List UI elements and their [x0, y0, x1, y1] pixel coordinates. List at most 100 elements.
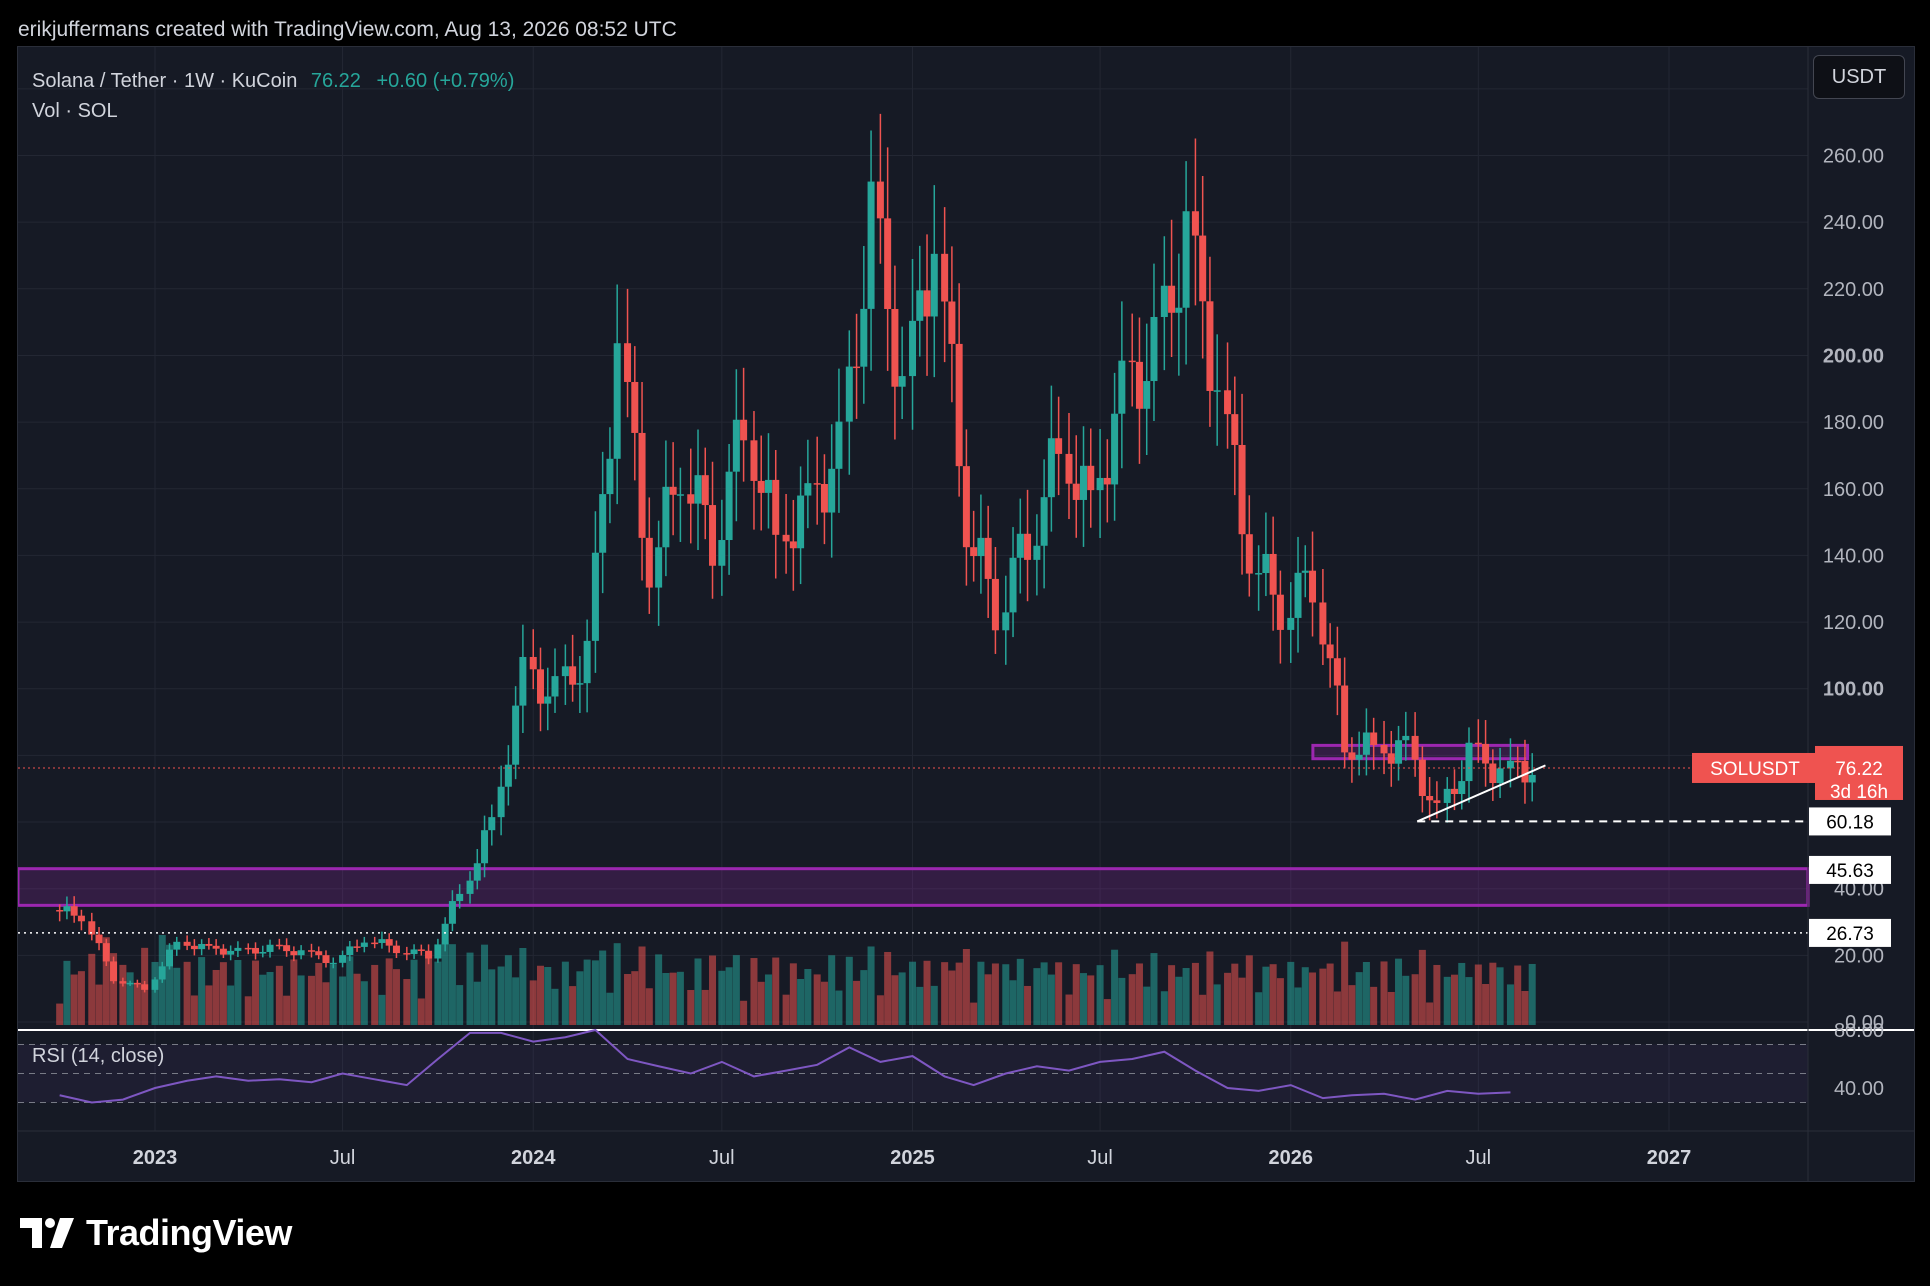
volume-bar	[606, 992, 614, 1025]
candle-body	[346, 946, 354, 956]
volume-bar	[613, 943, 621, 1025]
tradingview-logo[interactable]: TradingView	[20, 1212, 292, 1254]
price-tick-label: 100.00	[1823, 679, 1884, 701]
volume-bar	[1418, 949, 1426, 1025]
candle-body	[1450, 788, 1458, 795]
volume-bar	[56, 1003, 64, 1025]
candle-body	[102, 943, 110, 962]
candle-body	[1309, 570, 1317, 603]
volume-bar	[1474, 964, 1482, 1025]
volume-bar	[385, 958, 393, 1025]
volume-bar	[955, 962, 963, 1025]
volume-bar	[1135, 963, 1143, 1025]
volume-bar	[346, 956, 354, 1025]
volume-bar	[583, 959, 591, 1025]
volume-bar	[88, 953, 96, 1025]
candle-body	[1182, 211, 1190, 308]
volume-bars	[56, 935, 1536, 1025]
candle-body	[561, 666, 569, 677]
volume-bar	[529, 980, 537, 1025]
price-tick-label: 160.00	[1823, 479, 1884, 501]
volume-bar	[1333, 991, 1341, 1025]
volume-bar	[1362, 961, 1370, 1025]
candle-body	[259, 951, 267, 954]
volume-bar	[1191, 962, 1199, 1025]
volume-bar	[1040, 962, 1048, 1025]
candle-body	[329, 962, 337, 965]
volume-bar	[962, 948, 970, 1025]
chart-panel[interactable]: 280.00260.00240.00220.00200.00180.00160.…	[17, 46, 1915, 1182]
candle-body	[576, 683, 584, 685]
candle-body	[481, 830, 489, 864]
price-tick-label: 140.00	[1823, 545, 1884, 567]
volume-bar	[1128, 974, 1136, 1025]
candle-body	[835, 421, 843, 469]
volume-bar	[561, 961, 569, 1025]
volume-bar	[1433, 964, 1441, 1025]
volume-bar	[916, 986, 924, 1025]
candle-body	[410, 949, 418, 955]
volume-bar	[1348, 985, 1356, 1025]
volume-bar	[234, 960, 242, 1025]
volume-bar	[519, 947, 527, 1025]
candle-body	[119, 981, 127, 984]
candle-body	[110, 961, 118, 982]
volume-bar	[813, 974, 821, 1025]
candle-body	[694, 475, 702, 504]
candle-body	[339, 955, 347, 963]
candle-body	[488, 817, 496, 831]
volume-bar	[1514, 965, 1522, 1025]
volume-bar	[867, 946, 875, 1025]
time-tick-label: 2026	[1269, 1147, 1314, 1169]
volume-bar	[329, 964, 337, 1025]
volume-bar	[290, 959, 298, 1025]
currency-button[interactable]: USDT	[1813, 55, 1905, 99]
time-tick-label: Jul	[1087, 1147, 1113, 1169]
volume-bar	[797, 978, 805, 1025]
volume-bar	[70, 974, 78, 1025]
candle-body	[95, 934, 103, 944]
volume-bar	[1370, 986, 1378, 1025]
rsi-tick-label: 40.00	[1834, 1078, 1884, 1100]
candle-body	[1380, 744, 1388, 754]
volume-bar	[1287, 961, 1295, 1025]
legend-last: 76.22	[310, 70, 361, 92]
candle-body	[234, 947, 242, 951]
candle-body	[991, 578, 999, 631]
time-tick-label: Jul	[709, 1147, 735, 1169]
candle-body	[1238, 444, 1246, 535]
volume-bar	[504, 955, 512, 1025]
volume-bar	[948, 970, 956, 1025]
volume-bar	[764, 974, 772, 1025]
candle-body	[1465, 742, 1473, 782]
volume-bar	[923, 960, 931, 1025]
volume-bar	[1047, 974, 1055, 1025]
volume-bar	[378, 994, 386, 1025]
price-tick-label: 180.00	[1823, 412, 1884, 434]
volume-bar	[190, 995, 198, 1025]
volume-bar	[599, 950, 607, 1025]
rsi-pane	[18, 1028, 1914, 1132]
candle-body	[1150, 316, 1158, 382]
volume-bar	[227, 985, 235, 1025]
volume-bar	[488, 969, 496, 1025]
volume-bar	[1033, 968, 1041, 1025]
volume-bar	[970, 1002, 978, 1025]
candle-body	[322, 955, 330, 964]
candle-body	[252, 947, 260, 954]
candle-body	[1143, 381, 1151, 409]
candle-body	[434, 944, 442, 959]
candle-body	[669, 486, 677, 495]
candle-body	[1506, 760, 1514, 769]
volume-bar	[315, 962, 323, 1025]
volume-bar	[835, 990, 843, 1025]
volume-bar	[1118, 977, 1126, 1025]
candle-body	[1224, 390, 1232, 415]
candle-body	[977, 537, 985, 557]
volume-bar	[466, 952, 474, 1025]
volume-bar	[828, 955, 836, 1025]
candle-body	[173, 941, 181, 950]
chart-canvas[interactable]: 280.00260.00240.00220.00200.00180.00160.…	[18, 47, 1914, 1181]
volume-bar	[1182, 968, 1190, 1025]
volume-bar	[853, 980, 861, 1025]
